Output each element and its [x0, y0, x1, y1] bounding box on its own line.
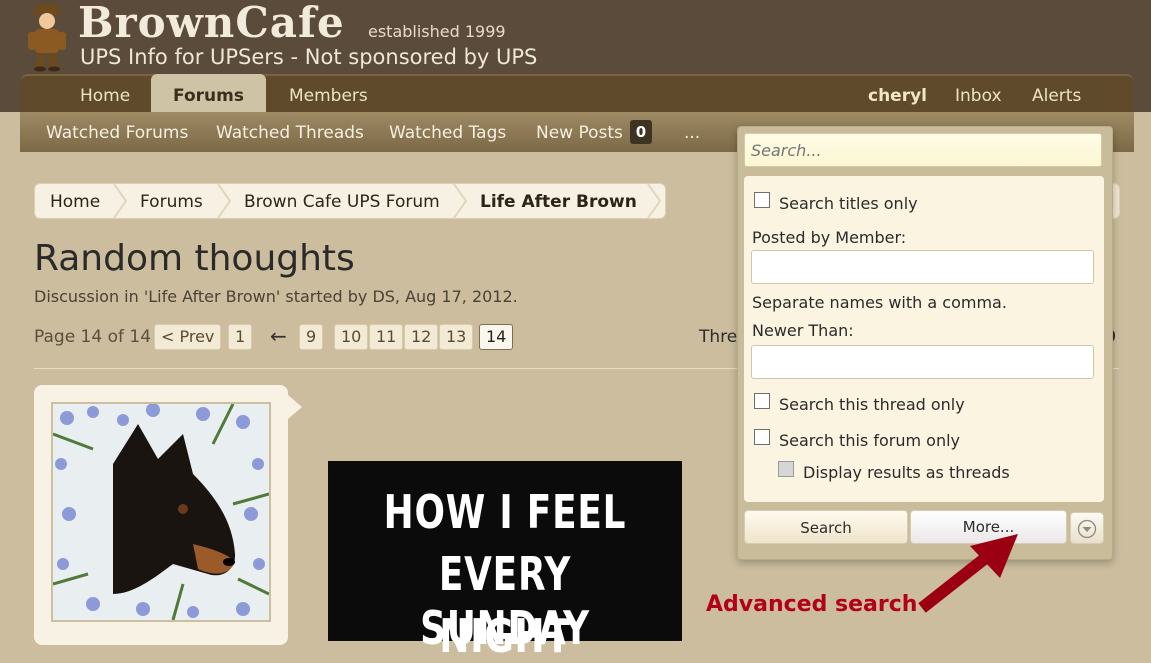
pager-skip-arrow: ←	[270, 324, 287, 348]
breadcrumb: Home Forums Brown Cafe UPS Forum Life Af…	[34, 183, 666, 219]
pager-current-page: 14	[479, 324, 514, 350]
breadcrumb-separator-icon	[217, 184, 231, 218]
subnav-watched-forums[interactable]: Watched Forums	[46, 123, 188, 143]
breadcrumb-forums[interactable]: Forums	[140, 192, 203, 212]
thread-only-checkbox[interactable]	[754, 393, 770, 409]
thread-only-label[interactable]: Search this thread only	[779, 395, 965, 414]
meme-line: NIGHT	[439, 609, 571, 663]
advanced-search-annotation: Advanced search	[706, 592, 918, 617]
pager-label: Page 14 of 14	[34, 327, 152, 347]
avatar[interactable]	[51, 402, 271, 622]
post-image[interactable]: HOW I FEEL EVERY SUNDAY NIGHT	[328, 461, 682, 663]
subnav-watched-threads[interactable]: Watched Threads	[216, 123, 364, 143]
pager-page-9[interactable]: 9	[299, 324, 324, 350]
search-input[interactable]	[744, 133, 1102, 167]
posted-by-label: Posted by Member:	[752, 228, 907, 247]
display-threads-checkbox[interactable]	[778, 461, 794, 477]
page-title: Random thoughts	[34, 238, 355, 279]
titles-only-label[interactable]: Search titles only	[779, 194, 918, 213]
nav-user[interactable]: cheryl	[868, 86, 927, 106]
nav-home[interactable]: Home	[80, 86, 130, 106]
display-threads-label[interactable]: Display results as threads	[803, 463, 1010, 482]
names-hint: Separate names with a comma.	[752, 293, 1007, 312]
pager-page-10[interactable]: 10	[334, 324, 369, 350]
pager-page-13[interactable]: 13	[439, 324, 474, 350]
posted-by-member-field[interactable]	[751, 250, 1094, 284]
thread-tools-partial[interactable]: Thre	[699, 327, 737, 347]
newer-than-field[interactable]	[751, 345, 1094, 379]
nav-forums-label: Forums	[173, 86, 244, 106]
site-tagline: UPS Info for UPSers - Not sponsored by U…	[80, 45, 538, 69]
site-logo[interactable]: BrownCafe	[78, 0, 345, 47]
pager-page-11[interactable]: 11	[369, 324, 404, 350]
nav-inbox[interactable]: Inbox	[955, 86, 1002, 106]
breadcrumb-separator-icon	[453, 184, 467, 218]
main-nav: Home Forums Members cheryl Inbox Alerts	[20, 74, 1134, 114]
search-button[interactable]: Search	[744, 510, 908, 544]
forum-only-label[interactable]: Search this forum only	[779, 431, 960, 450]
breadcrumb-current[interactable]: Life After Brown	[480, 192, 637, 212]
nav-alerts[interactable]: Alerts	[1032, 86, 1081, 106]
established-text: established 1999	[368, 22, 506, 41]
breadcrumb-separator-icon	[113, 184, 127, 218]
nav-forums[interactable]: Forums	[151, 74, 266, 114]
subnav-new-posts[interactable]: New Posts	[536, 123, 623, 143]
breadcrumb-separator-icon	[647, 184, 661, 218]
newer-than-label: Newer Than:	[752, 321, 854, 340]
pager-page-1[interactable]: 1	[228, 324, 253, 350]
breadcrumb-home[interactable]: Home	[50, 192, 100, 212]
forum-only-checkbox[interactable]	[754, 429, 770, 445]
dog-avatar-icon	[53, 404, 269, 620]
subnav-more[interactable]: ...	[684, 123, 700, 143]
annotation-arrow-icon	[918, 534, 1018, 613]
author-card-notch	[288, 395, 302, 419]
new-posts-count-badge: 0	[630, 120, 652, 144]
meme-line: HOW I FEEL	[383, 485, 627, 539]
titles-only-checkbox[interactable]	[754, 192, 770, 208]
search-options-toggle[interactable]	[1070, 512, 1104, 544]
nav-members[interactable]: Members	[289, 86, 368, 106]
thread-meta: Discussion in 'Life After Brown' started…	[34, 287, 518, 306]
pager-prev-button[interactable]: < Prev	[154, 324, 222, 350]
breadcrumb-brown-cafe[interactable]: Brown Cafe UPS Forum	[244, 192, 440, 212]
subnav-watched-tags[interactable]: Watched Tags	[389, 123, 506, 143]
ups-mascot-icon[interactable]	[22, 2, 72, 72]
chevron-down-icon	[1077, 519, 1097, 538]
pager-page-12[interactable]: 12	[404, 324, 439, 350]
